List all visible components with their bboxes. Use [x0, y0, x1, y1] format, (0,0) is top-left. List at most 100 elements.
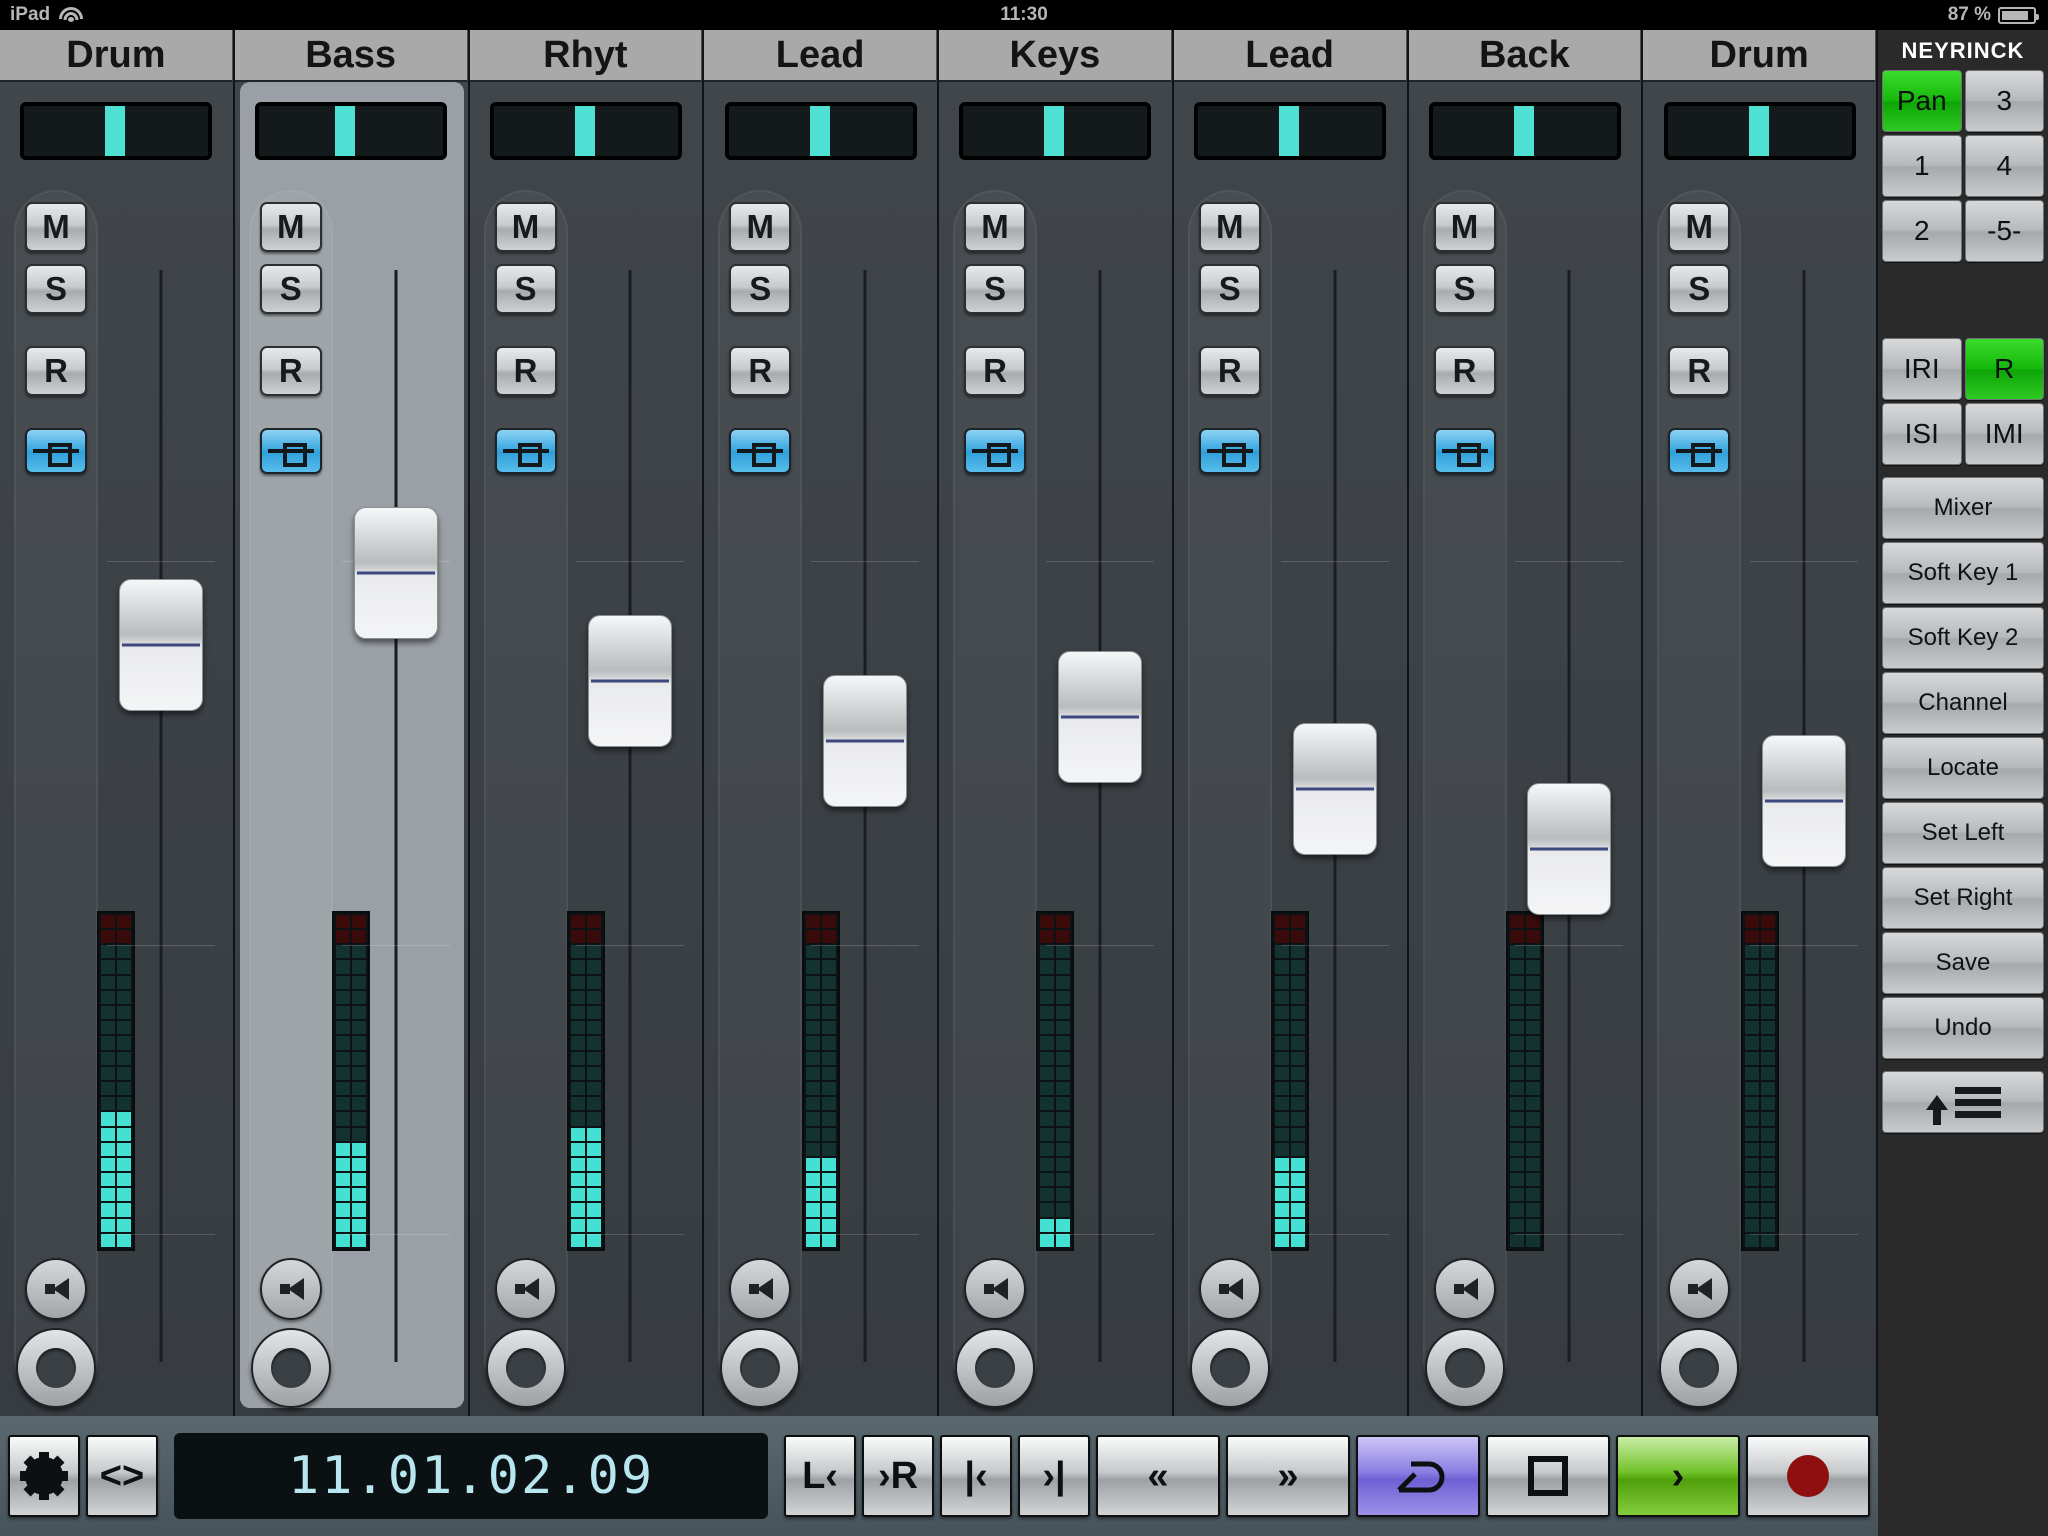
pad--5-[interactable]: -5-	[1964, 200, 2044, 262]
channel-name-label[interactable]: Drum	[1643, 30, 1876, 82]
sidebar-button-set-left[interactable]: Set Left	[1882, 802, 2044, 864]
speaker-icon-button[interactable]	[494, 1258, 557, 1320]
pad-3[interactable]: 3	[1964, 70, 2044, 132]
pan-slider-thumb[interactable]	[1513, 106, 1534, 156]
fader-handle[interactable]	[118, 578, 203, 711]
solo-button[interactable]: S	[964, 264, 1026, 314]
record-arm-button[interactable]: R	[494, 346, 557, 396]
pan-slider-thumb[interactable]	[809, 106, 830, 156]
mute-button[interactable]: M	[259, 202, 322, 252]
record-arm-button[interactable]: R	[259, 346, 322, 396]
solo-button[interactable]: S	[1198, 264, 1261, 314]
sidebar-button-set-right[interactable]: Set Right	[1882, 867, 2044, 929]
sidebar-button-soft-key-2[interactable]: Soft Key 2	[1882, 607, 2044, 669]
rotary-knob[interactable]	[955, 1328, 1035, 1408]
mute-button[interactable]: M	[494, 202, 557, 252]
record-button[interactable]	[1746, 1435, 1870, 1517]
fader-handle[interactable]	[588, 614, 673, 747]
rotary-knob[interactable]	[1659, 1328, 1740, 1408]
pan-slider[interactable]	[959, 102, 1152, 160]
record-arm-button[interactable]: R	[1668, 346, 1731, 396]
channel-name-label[interactable]: Keys	[939, 30, 1172, 82]
mode-pad-imi[interactable]: IMI	[1964, 403, 2044, 465]
insert-icon-button[interactable]	[729, 428, 792, 474]
pan-slider[interactable]	[1428, 102, 1621, 160]
rotary-knob[interactable]	[485, 1328, 566, 1408]
fader-handle[interactable]	[1292, 722, 1377, 855]
insert-icon-button[interactable]	[259, 428, 322, 474]
sidebar-button-undo[interactable]: Undo	[1882, 997, 2044, 1059]
channel-name-label[interactable]: Rhyt	[469, 30, 703, 82]
upload-list-icon-button[interactable]	[1882, 1071, 2044, 1133]
mute-button[interactable]: M	[1198, 202, 1261, 252]
volume-fader[interactable]	[1045, 200, 1154, 1402]
volume-fader[interactable]	[1280, 200, 1389, 1402]
go-to-end-button[interactable]: ›|	[1018, 1435, 1090, 1517]
insert-icon-button[interactable]	[964, 428, 1026, 474]
pad-2[interactable]: 2	[1882, 200, 1962, 262]
stop-button[interactable]	[1486, 1435, 1610, 1517]
fader-handle[interactable]	[353, 506, 438, 639]
timecode-display[interactable]: 11.01.02.09	[174, 1433, 768, 1519]
fader-handle[interactable]	[823, 674, 907, 807]
speaker-icon-button[interactable]	[1433, 1258, 1496, 1320]
settings-button[interactable]	[8, 1435, 80, 1517]
mark-right-button[interactable]: ›R	[862, 1435, 934, 1517]
insert-icon-button[interactable]	[1668, 428, 1731, 474]
channel-name-label[interactable]: Drum	[0, 30, 233, 82]
volume-fader[interactable]	[1515, 200, 1624, 1402]
insert-icon-button[interactable]	[1433, 428, 1496, 474]
pan-slider-thumb[interactable]	[334, 106, 355, 156]
insert-icon-button[interactable]	[25, 428, 87, 474]
sidebar-button-mixer[interactable]: Mixer	[1882, 477, 2044, 539]
rotary-knob[interactable]	[250, 1328, 331, 1408]
channel-strip[interactable]: Rhyt M S R	[469, 30, 705, 1416]
rotary-knob[interactable]	[1189, 1328, 1270, 1408]
insert-icon-button[interactable]	[494, 428, 557, 474]
rewind-button[interactable]: «	[1096, 1435, 1220, 1517]
record-arm-button[interactable]: R	[25, 346, 87, 396]
fast-forward-button[interactable]: »	[1226, 1435, 1350, 1517]
rotary-knob[interactable]	[720, 1328, 801, 1408]
mode-pad-isi[interactable]: ISI	[1882, 403, 1962, 465]
volume-fader[interactable]	[341, 200, 450, 1402]
mode-pad-iri[interactable]: IRI	[1882, 338, 1962, 400]
speaker-icon-button[interactable]	[259, 1258, 322, 1320]
mark-left-button[interactable]: L‹	[784, 1435, 856, 1517]
insert-icon-button[interactable]	[1198, 428, 1261, 474]
rotary-knob[interactable]	[16, 1328, 96, 1408]
volume-fader[interactable]	[811, 200, 919, 1402]
record-arm-button[interactable]: R	[1433, 346, 1496, 396]
volume-fader[interactable]	[106, 200, 215, 1402]
solo-button[interactable]: S	[729, 264, 792, 314]
mute-button[interactable]: M	[729, 202, 792, 252]
channel-strip[interactable]: Lead M S R	[704, 30, 939, 1416]
solo-button[interactable]: S	[494, 264, 557, 314]
solo-button[interactable]: S	[259, 264, 322, 314]
mode-pad-r[interactable]: R	[1964, 338, 2044, 400]
channel-name-label[interactable]: Lead	[704, 30, 937, 82]
pan-slider[interactable]	[1663, 102, 1856, 160]
sidebar-button-locate[interactable]: Locate	[1882, 737, 2044, 799]
pan-slider-thumb[interactable]	[1279, 106, 1300, 156]
solo-button[interactable]: S	[1433, 264, 1496, 314]
play-button[interactable]: ›	[1616, 1435, 1740, 1517]
mute-button[interactable]: M	[25, 202, 87, 252]
channel-name-label[interactable]: Back	[1408, 30, 1642, 82]
pan-slider-thumb[interactable]	[1044, 106, 1065, 156]
record-arm-button[interactable]: R	[729, 346, 792, 396]
pad-pan[interactable]: Pan	[1882, 70, 1962, 132]
fader-handle[interactable]	[1762, 735, 1846, 867]
sidebar-button-channel[interactable]: Channel	[1882, 672, 2044, 734]
speaker-icon-button[interactable]	[964, 1258, 1026, 1320]
pan-slider[interactable]	[489, 102, 682, 160]
pan-slider-thumb[interactable]	[574, 106, 595, 156]
record-arm-button[interactable]: R	[964, 346, 1026, 396]
fader-handle[interactable]	[1527, 783, 1612, 916]
record-arm-button[interactable]: R	[1198, 346, 1261, 396]
channel-strip[interactable]: Drum M S R	[1643, 30, 1878, 1416]
channel-strip[interactable]: Bass M S R	[234, 30, 470, 1416]
solo-button[interactable]: S	[25, 264, 87, 314]
channel-name-label[interactable]: Bass	[234, 30, 468, 82]
pad-1[interactable]: 1	[1882, 135, 1962, 197]
